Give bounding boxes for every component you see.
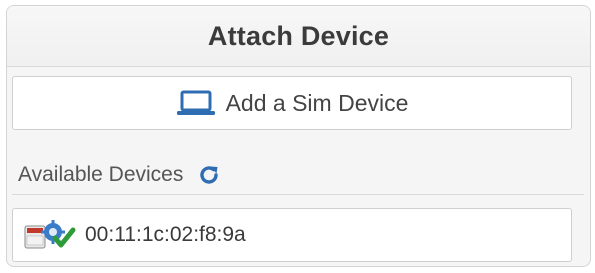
section-divider [12, 194, 584, 195]
device-id-label: 00:11:1c:02:f8:9a [85, 223, 246, 246]
laptop-icon [176, 90, 216, 116]
add-sim-device-button[interactable]: Add a Sim Device [12, 76, 572, 130]
add-sim-device-label: Add a Sim Device [225, 89, 409, 116]
available-devices-header: Available Devices [18, 158, 221, 192]
refresh-icon[interactable] [197, 163, 221, 187]
available-devices-label: Available Devices [18, 163, 184, 186]
device-list-item[interactable]: 00:11:1c:02:f8:9a [12, 208, 572, 262]
panel-header: Attach Device [7, 6, 590, 67]
panel-title: Attach Device [207, 20, 390, 51]
device-connected-icon [23, 218, 79, 252]
